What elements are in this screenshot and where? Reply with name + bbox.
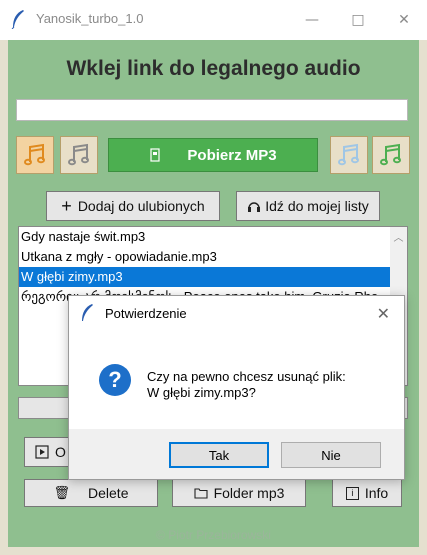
my-list-button[interactable]: Idź do mojej listy — [236, 191, 380, 221]
dialog-message: Czy na pewno chcesz usunąć plik: W głębi… — [147, 369, 346, 400]
minimize-button[interactable]: — — [289, 0, 335, 40]
folder-icon — [194, 488, 208, 499]
folder-mp3-button[interactable]: Folder mp3 — [172, 479, 306, 507]
maximize-button[interactable]: □ — [335, 0, 381, 40]
no-button[interactable]: Nie — [281, 442, 381, 468]
music-note-icon — [338, 143, 359, 166]
info-icon: i — [345, 486, 359, 500]
music-note-icon — [24, 143, 45, 166]
window-frame-bottom — [0, 547, 427, 555]
feather-icon — [11, 10, 24, 29]
close-button[interactable]: ✕ — [381, 0, 427, 40]
dialog-title: Potwierdzenie — [105, 306, 187, 321]
add-favorite-label: Dodaj do ulubionych — [77, 198, 205, 214]
note-button-blue[interactable] — [330, 136, 368, 174]
music-note-icon — [380, 143, 401, 166]
open-label: O — [55, 444, 66, 460]
play-icon — [35, 445, 49, 459]
url-input[interactable] — [16, 99, 408, 121]
title-bar: Yanosik_turbo_1.0 — □ ✕ — [0, 0, 427, 40]
dialog-close-button[interactable]: ✕ — [377, 304, 390, 323]
info-label: Info — [364, 485, 389, 501]
add-favorite-button[interactable]: + Dodaj do ulubionych — [46, 191, 220, 221]
folder-mp3-label: Folder mp3 — [213, 485, 285, 501]
window-title: Yanosik_turbo_1.0 — [36, 11, 144, 26]
delete-label: Delete — [88, 485, 129, 501]
dialog-body: ? Czy na pewno chcesz usunąć plik: W głę… — [69, 336, 404, 429]
plus-icon: + — [61, 196, 72, 216]
delete-button[interactable]: 🗑 Delete — [24, 479, 158, 507]
my-list-label: Idź do mojej listy — [265, 198, 369, 214]
dialog-footer: Tak Nie — [69, 429, 404, 479]
scroll-up-icon[interactable]: ︿ — [390, 229, 407, 244]
yes-button[interactable]: Tak — [169, 442, 269, 468]
download-label: Pobierz MP3 — [187, 146, 277, 164]
info-button[interactable]: i Info — [332, 479, 402, 507]
page-title: Wklej link do legalnego audio — [66, 57, 361, 80]
headphones-icon — [248, 202, 261, 212]
question-icon: ? — [99, 364, 131, 396]
note-button-orange[interactable] — [16, 136, 54, 174]
list-item-selected[interactable]: W głębi zimy.mp3 — [19, 267, 407, 287]
device-icon — [150, 148, 161, 162]
download-mp3-button[interactable]: Pobierz MP3 — [108, 138, 318, 172]
confirm-dialog: Potwierdzenie ✕ ? Czy na pewno chcesz us… — [68, 295, 405, 480]
note-button-gray[interactable] — [60, 136, 98, 174]
copyright-text: © Piotr Przebiorowski — [156, 528, 271, 542]
feather-icon — [82, 304, 93, 321]
window-frame-left — [0, 40, 8, 555]
trash-icon: 🗑 — [53, 485, 71, 500]
music-note-icon — [68, 143, 89, 166]
list-item[interactable]: Utkana z mgły - opowiadanie.mp3 — [19, 247, 407, 267]
note-button-green[interactable] — [372, 136, 410, 174]
list-item[interactable]: Gdy nastaje świt.mp3 — [19, 227, 407, 247]
window-frame-right — [419, 40, 427, 555]
